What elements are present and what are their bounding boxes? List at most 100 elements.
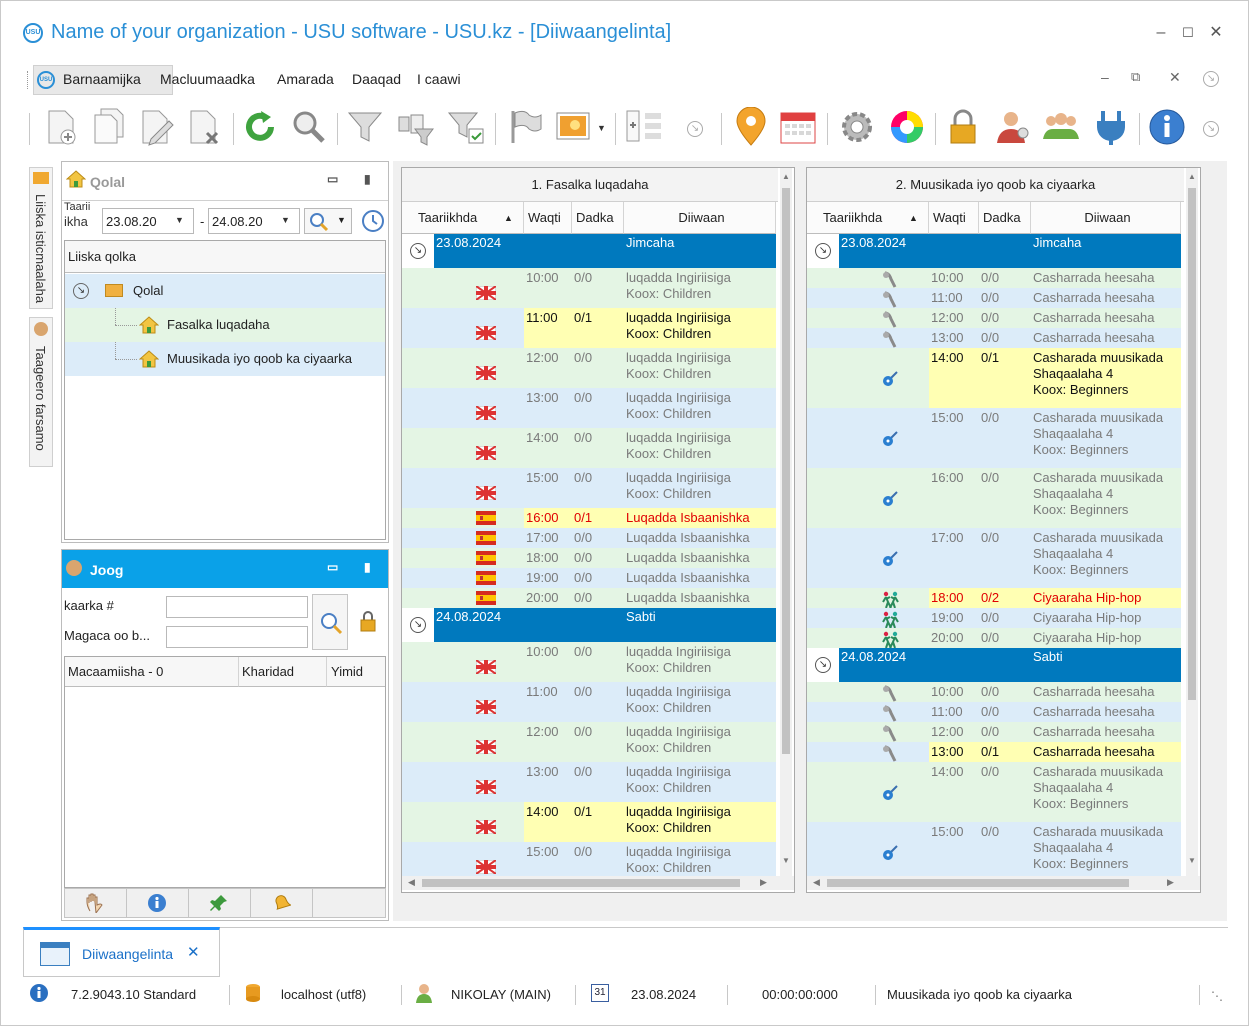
schedule-row[interactable]: 16:00 0/0 Casharada muusikada Shaqaalaha 4K… bbox=[807, 468, 1181, 528]
schedule-row[interactable]: 13:00 0/1 Casharrada heesaha bbox=[807, 742, 1181, 762]
schedule-row[interactable]: 10:00 0/0 luqadda Ingiriisiga Koox: Childre… bbox=[402, 268, 776, 308]
settings-gear-icon[interactable] bbox=[837, 107, 877, 147]
date-search-button[interactable]: ▼ bbox=[304, 208, 352, 234]
date-group-row[interactable]: ↘ 23.08.2024 Jimcaha bbox=[807, 234, 1181, 268]
tree-item-qolal[interactable]: ↘ Qolal bbox=[65, 274, 385, 308]
filter-clear-icon[interactable] bbox=[447, 107, 487, 147]
schedule-row[interactable]: 12:00 0/0 luqadda Ingiriisiga Koox: Childre… bbox=[402, 348, 776, 388]
schedule-row[interactable]: 17:00 0/0 Casharada muusikada Shaqaalaha 4K… bbox=[807, 528, 1181, 588]
date-group-row[interactable]: ↘ 24.08.2024 Sabti bbox=[807, 648, 1181, 682]
calendar-icon[interactable] bbox=[779, 107, 819, 147]
image-icon[interactable] bbox=[555, 107, 595, 147]
menu-expand-icon[interactable]: ↘ bbox=[1203, 71, 1219, 87]
panel-pin-icon[interactable]: ▮ bbox=[364, 172, 371, 186]
bell-button[interactable] bbox=[251, 889, 313, 917]
schedule-row[interactable]: 15:00 0/0 Casharada muusikada Shaqaalaha 4K… bbox=[807, 408, 1181, 468]
card-number-input[interactable] bbox=[166, 596, 308, 618]
tab-user-list[interactable]: Liiska isticmaalaha bbox=[29, 167, 53, 309]
date-group-row[interactable]: ↘ 24.08.2024 Sabti bbox=[402, 608, 776, 642]
panel-maximize-icon[interactable]: ▭ bbox=[327, 560, 338, 574]
filter-icon[interactable] bbox=[345, 107, 385, 147]
tree-item-language-class[interactable]: Fasalka luqadaha bbox=[65, 308, 385, 342]
schedule-row[interactable]: 12:00 0/0 luqadda Ingiriisiga Koox: Childre… bbox=[402, 722, 776, 762]
tab-tech-support[interactable]: Taageero farsamo bbox=[29, 317, 53, 467]
delete-icon[interactable] bbox=[185, 107, 225, 147]
filter-settings-icon[interactable] bbox=[397, 107, 437, 147]
color-wheel-icon[interactable] bbox=[887, 107, 927, 147]
schedule-row[interactable]: 16:00 0/1 Luqadda Isbaanishka bbox=[402, 508, 776, 528]
schedule-row[interactable]: 14:00 0/0 luqadda Ingiriisiga Koox: Childre… bbox=[402, 428, 776, 468]
maximize-icon[interactable]: ☐ bbox=[1178, 23, 1198, 43]
schedule-row[interactable]: 17:00 0/0 Luqadda Isbaanishka bbox=[402, 528, 776, 548]
search-icon[interactable] bbox=[289, 107, 329, 147]
schedule-row[interactable]: 13:00 0/0 Casharrada heesaha bbox=[807, 328, 1181, 348]
vertical-scrollbar[interactable]: ▲ ▼ bbox=[1186, 168, 1198, 876]
date-to-field[interactable]: 24.08.20 ▼ bbox=[208, 208, 300, 234]
col-expense[interactable]: Kharidad bbox=[239, 657, 327, 687]
date-group-row[interactable]: ↘ 23.08.2024 Jimcaha bbox=[402, 234, 776, 268]
schedule-row[interactable]: 20:00 0/0 Ciyaaraha Hip-hop bbox=[807, 628, 1181, 649]
toolbar-expand-right-icon[interactable]: ↘ bbox=[1203, 121, 1219, 137]
mdi-restore-icon[interactable]: ⧉ bbox=[1131, 69, 1140, 85]
col-time[interactable]: Waqti bbox=[929, 202, 979, 234]
copy-icon[interactable] bbox=[89, 107, 129, 147]
user-admin-icon[interactable] bbox=[993, 107, 1033, 147]
client-search-button[interactable] bbox=[312, 594, 348, 650]
col-people[interactable]: Dadka bbox=[572, 202, 624, 234]
schedule-row[interactable]: 14:00 0/1 luqadda Ingiriisiga Koox: Childre… bbox=[402, 802, 776, 842]
schedule-row[interactable]: 19:00 0/0 Ciyaaraha Hip-hop bbox=[807, 608, 1181, 629]
lock-icon[interactable] bbox=[358, 610, 378, 632]
schedule-row[interactable]: 18:00 0/2 Ciyaaraha Hip-hop bbox=[807, 588, 1181, 609]
schedule-row[interactable]: 14:00 0/1 Casharada muusikada Shaqaalaha 4K… bbox=[807, 348, 1181, 408]
schedule-row[interactable]: 19:00 0/0 Luqadda Isbaanishka bbox=[402, 568, 776, 588]
date-from-field[interactable]: 23.08.20 ▼ bbox=[102, 208, 194, 234]
schedule-row[interactable]: 15:00 0/0 Casharada muusikada Shaqaalaha 4K… bbox=[807, 822, 1181, 882]
minimize-icon[interactable]: – bbox=[1151, 23, 1171, 43]
pin-button[interactable] bbox=[189, 889, 251, 917]
flag-icon[interactable] bbox=[505, 107, 545, 147]
schedule-row[interactable]: 10:00 0/0 Casharrada heesaha bbox=[807, 268, 1181, 288]
location-pin-icon[interactable] bbox=[731, 106, 771, 147]
schedule-row[interactable]: 20:00 0/0 Luqadda Isbaanishka bbox=[402, 588, 776, 608]
lock-icon[interactable] bbox=[943, 107, 983, 147]
info-button[interactable] bbox=[127, 889, 189, 917]
col-clients[interactable]: Macaamiisha - 0 bbox=[65, 657, 239, 687]
schedule-row[interactable]: 14:00 0/0 Casharada muusikada Shaqaalaha 4K… bbox=[807, 762, 1181, 822]
columns-icon[interactable] bbox=[625, 107, 665, 147]
schedule-row[interactable]: 13:00 0/0 luqadda Ingiriisiga Koox: Childre… bbox=[402, 762, 776, 802]
collapse-group-icon[interactable]: ↘ bbox=[410, 617, 426, 633]
horizontal-scrollbar[interactable]: ◀ ▶ bbox=[807, 876, 1200, 890]
plug-icon[interactable] bbox=[1091, 107, 1131, 147]
collapse-group-icon[interactable]: ↘ bbox=[815, 243, 831, 259]
name-input[interactable] bbox=[166, 626, 308, 648]
refresh-icon[interactable] bbox=[241, 107, 281, 147]
schedule-row[interactable]: 11:00 0/1 luqadda Ingiriisiga Koox: Childre… bbox=[402, 308, 776, 348]
date-from-dropdown-icon[interactable]: ▼ bbox=[175, 215, 184, 225]
tree-item-music-dance[interactable]: Muusikada iyo qoob ka ciyaarka bbox=[65, 342, 385, 376]
col-register[interactable]: Diiwaan bbox=[624, 202, 776, 234]
add-icon[interactable] bbox=[41, 107, 81, 147]
vertical-scrollbar[interactable]: ▲ ▼ bbox=[780, 168, 792, 876]
schedule-row[interactable]: 15:00 0/0 luqadda Ingiriisiga Koox: Childre… bbox=[402, 468, 776, 508]
date-to-dropdown-icon[interactable]: ▼ bbox=[281, 215, 290, 225]
menu-amarada[interactable]: Amarada bbox=[277, 71, 334, 87]
search-dropdown-icon[interactable]: ▼ bbox=[337, 215, 346, 225]
close-icon[interactable]: ✕ bbox=[1206, 23, 1226, 43]
col-date[interactable]: Taariikhda ▲ bbox=[807, 202, 929, 234]
horizontal-scrollbar[interactable]: ◀ ▶ bbox=[402, 876, 794, 890]
menu-daaqad[interactable]: Daaqad bbox=[352, 71, 401, 87]
collapse-group-icon[interactable]: ↘ bbox=[815, 657, 831, 673]
hand-button[interactable] bbox=[65, 889, 127, 917]
panel-maximize-icon[interactable]: ▭ bbox=[327, 172, 338, 186]
schedule-row[interactable]: 10:00 0/0 luqadda Ingiriisiga Koox: Childre… bbox=[402, 642, 776, 682]
col-time[interactable]: Waqti bbox=[524, 202, 572, 234]
toolbar-expand-icon[interactable]: ↘ bbox=[687, 121, 703, 137]
schedule-row[interactable]: 13:00 0/0 luqadda Ingiriisiga Koox: Childre… bbox=[402, 388, 776, 428]
resize-grip-icon[interactable]: ⋱ bbox=[1211, 989, 1223, 1003]
schedule-row[interactable]: 11:00 0/0 Casharrada heesaha bbox=[807, 702, 1181, 722]
users-group-icon[interactable] bbox=[1041, 107, 1081, 147]
menu-i-caawi[interactable]: I caawi bbox=[417, 71, 461, 87]
mdi-minimize-icon[interactable]: – bbox=[1101, 69, 1109, 85]
schedule-row[interactable]: 11:00 0/0 Casharrada heesaha bbox=[807, 288, 1181, 308]
edit-icon[interactable] bbox=[137, 107, 177, 147]
